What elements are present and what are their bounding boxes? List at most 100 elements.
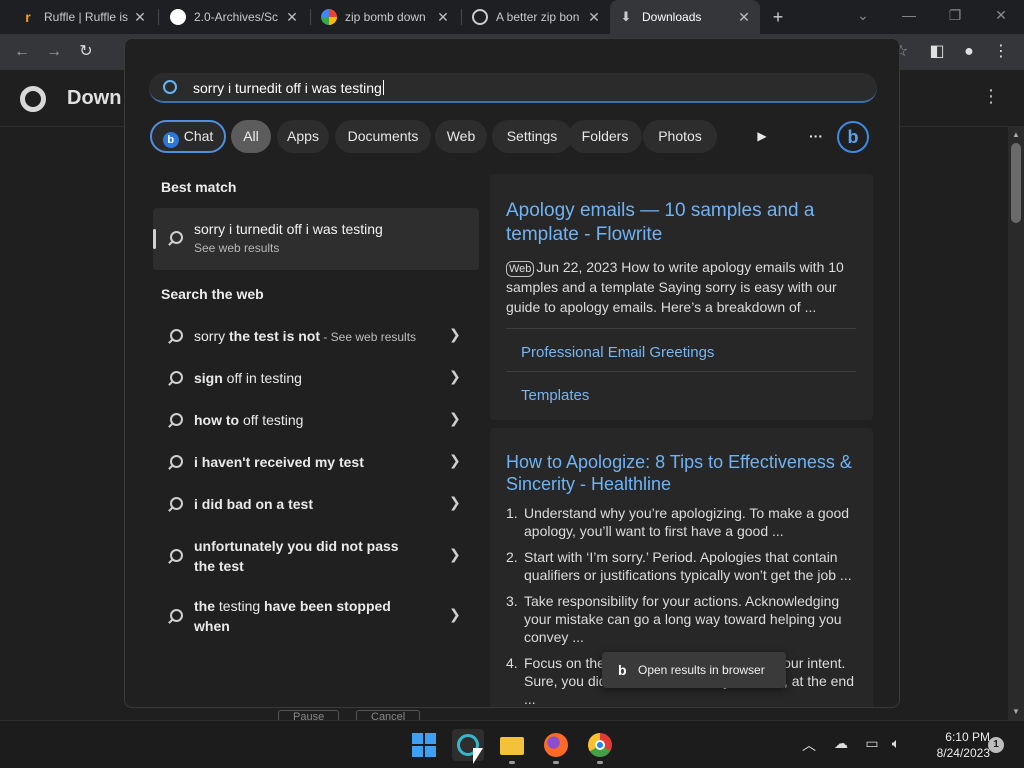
- clock-time: 6:10 PM: [945, 730, 990, 744]
- windows-start-icon[interactable]: [408, 729, 440, 761]
- snippet-text: Jun 22, 2023 How to write apology emails…: [506, 259, 844, 315]
- suggestion-bold: unfortunately you did not pass the test: [194, 538, 399, 574]
- reload-icon[interactable]: ↻: [75, 41, 97, 63]
- sub-link-professional-email-greetings[interactable]: Professional Email Greetings: [521, 344, 714, 361]
- side-panel-icon[interactable]: ◧: [926, 41, 948, 63]
- file-explorer-icon[interactable]: [496, 729, 528, 761]
- tab-search-chevron-icon[interactable]: ⌄: [840, 0, 886, 30]
- tab-separator: [158, 9, 159, 25]
- web-badge: Web: [506, 261, 535, 277]
- divider: [506, 328, 856, 329]
- tab-downloads[interactable]: ⬇ Downloads ✕: [610, 0, 760, 34]
- scroll-down-icon[interactable]: ▼: [1008, 707, 1024, 716]
- best-match-item[interactable]: sorry i turnedit off i was testing See w…: [153, 208, 479, 270]
- filter-photos[interactable]: Photos: [643, 120, 717, 153]
- filter-settings[interactable]: Settings: [492, 120, 572, 153]
- web-suggestion[interactable]: how to off testing ❯: [153, 404, 479, 438]
- tab-ruffle[interactable]: r Ruffle | Ruffle is ✕: [12, 0, 156, 34]
- chrome-icon[interactable]: [584, 729, 616, 761]
- page-menu-icon[interactable]: ⋮: [982, 86, 1000, 107]
- search-icon: [170, 231, 183, 244]
- suggestion-text: how to off testing: [194, 410, 444, 430]
- web-suggestion[interactable]: sign off in testing ❯: [153, 362, 479, 396]
- close-icon[interactable]: ✕: [586, 9, 602, 26]
- filter-scroll-play-icon[interactable]: ▶: [750, 120, 774, 153]
- download-icon: ⬇: [620, 9, 632, 24]
- web-suggestion[interactable]: the testing have been stopped when ❯: [153, 590, 479, 642]
- windows-search-panel: sorry i turnedit off i was testing b Chat…: [124, 38, 900, 708]
- search-input[interactable]: sorry i turnedit off i was testing: [193, 80, 384, 96]
- network-icon[interactable]: ▭: [862, 735, 882, 752]
- onedrive-cloud-icon[interactable]: ☁: [831, 735, 851, 752]
- chevron-right-icon: ❯: [449, 368, 461, 384]
- filter-web[interactable]: Web: [435, 120, 487, 153]
- search-icon: [170, 413, 183, 426]
- suggestion-bold: i haven't received my test: [194, 454, 364, 470]
- web-suggestion[interactable]: unfortunately you did not pass the test …: [153, 530, 479, 582]
- close-icon[interactable]: ✕: [132, 9, 148, 26]
- back-arrow-icon[interactable]: ←: [11, 41, 33, 63]
- list-number: 2.: [506, 549, 518, 565]
- new-tab-button[interactable]: +: [767, 6, 789, 28]
- sub-link-templates[interactable]: Templates: [521, 387, 589, 404]
- github-icon: [170, 9, 186, 25]
- divider: [506, 371, 856, 372]
- best-match-title: sorry i turnedit off i was testing: [194, 221, 383, 237]
- web-suggestion[interactable]: sorry the test is not - See web results …: [153, 320, 479, 354]
- filter-label: Apps: [287, 128, 319, 144]
- firefox-icon[interactable]: [540, 729, 572, 761]
- window-close-icon[interactable]: ✕: [978, 0, 1024, 30]
- web-suggestion[interactable]: i haven't received my test ❯: [153, 446, 479, 480]
- menu-kebab-icon[interactable]: ⋮: [990, 41, 1012, 63]
- page-scrollbar[interactable]: ▲ ▼: [1008, 127, 1024, 720]
- selection-indicator: [153, 229, 156, 249]
- chevron-right-icon: ❯: [449, 494, 461, 510]
- taskbar-clock[interactable]: 6:10 PM 8/24/2023: [910, 729, 990, 761]
- suggestion-plain: testing: [215, 598, 265, 614]
- tab-github[interactable]: 2.0-Archives/Sc ✕: [162, 0, 308, 34]
- chevron-right-icon: ❯: [449, 326, 461, 342]
- close-icon[interactable]: ✕: [736, 9, 752, 26]
- search-box[interactable]: sorry i turnedit off i was testing: [149, 73, 877, 103]
- suggestion-text: i did bad on a test: [194, 494, 444, 514]
- maximize-icon[interactable]: ❐: [932, 0, 978, 30]
- filter-label: Folders: [581, 128, 629, 144]
- result-title-link[interactable]: How to Apologize: 8 Tips to Effectivenes…: [506, 451, 861, 495]
- filter-documents[interactable]: Documents: [335, 120, 431, 153]
- running-indicator: [509, 761, 515, 764]
- close-icon[interactable]: ✕: [284, 9, 300, 26]
- running-indicator: [597, 761, 603, 764]
- filter-chat[interactable]: b Chat: [150, 120, 226, 153]
- profile-avatar-icon[interactable]: ●: [958, 41, 980, 63]
- result-title-link[interactable]: Apology emails — 10 samples and a templa…: [506, 199, 861, 247]
- filter-folders[interactable]: Folders: [568, 120, 642, 153]
- filter-all[interactable]: All: [231, 120, 271, 153]
- search-icon: [170, 549, 183, 562]
- tab-better-zip-bomb[interactable]: A better zip bon ✕: [464, 0, 610, 34]
- best-match-heading: Best match: [161, 179, 237, 195]
- show-hidden-icons-chevron-icon[interactable]: ︿: [799, 735, 819, 755]
- browser-tab-strip: r Ruffle | Ruffle is ✕ 2.0-Archives/Sc ✕…: [0, 0, 1024, 34]
- search-the-web-heading: Search the web: [161, 286, 264, 302]
- search-icon: [163, 80, 177, 94]
- notification-badge[interactable]: 1: [988, 737, 1004, 753]
- scrollbar-thumb[interactable]: [1011, 143, 1021, 223]
- more-options-icon[interactable]: ···: [802, 120, 830, 153]
- filter-label: All: [243, 128, 259, 144]
- folder-icon: [500, 737, 524, 755]
- volume-icon[interactable]: 🔈︎: [886, 735, 906, 752]
- chrome-logo-icon: [20, 86, 46, 112]
- web-suggestion[interactable]: i did bad on a test ❯: [153, 488, 479, 522]
- tab-zip-bomb-google[interactable]: zip bomb down ✕: [313, 0, 459, 34]
- google-icon: [321, 9, 337, 25]
- suggestion-bold: sign: [194, 370, 223, 386]
- filter-apps[interactable]: Apps: [277, 120, 329, 153]
- minimize-icon[interactable]: —: [886, 0, 932, 30]
- scroll-up-icon[interactable]: ▲: [1008, 130, 1024, 139]
- tab-title: A better zip bon: [496, 10, 580, 24]
- bing-icon[interactable]: b: [837, 121, 869, 153]
- suggestion-plain: off in testing: [222, 370, 302, 386]
- forward-arrow-icon[interactable]: →: [43, 41, 65, 63]
- close-icon[interactable]: ✕: [435, 9, 451, 26]
- open-results-in-browser-button[interactable]: b Open results in browser: [602, 652, 786, 688]
